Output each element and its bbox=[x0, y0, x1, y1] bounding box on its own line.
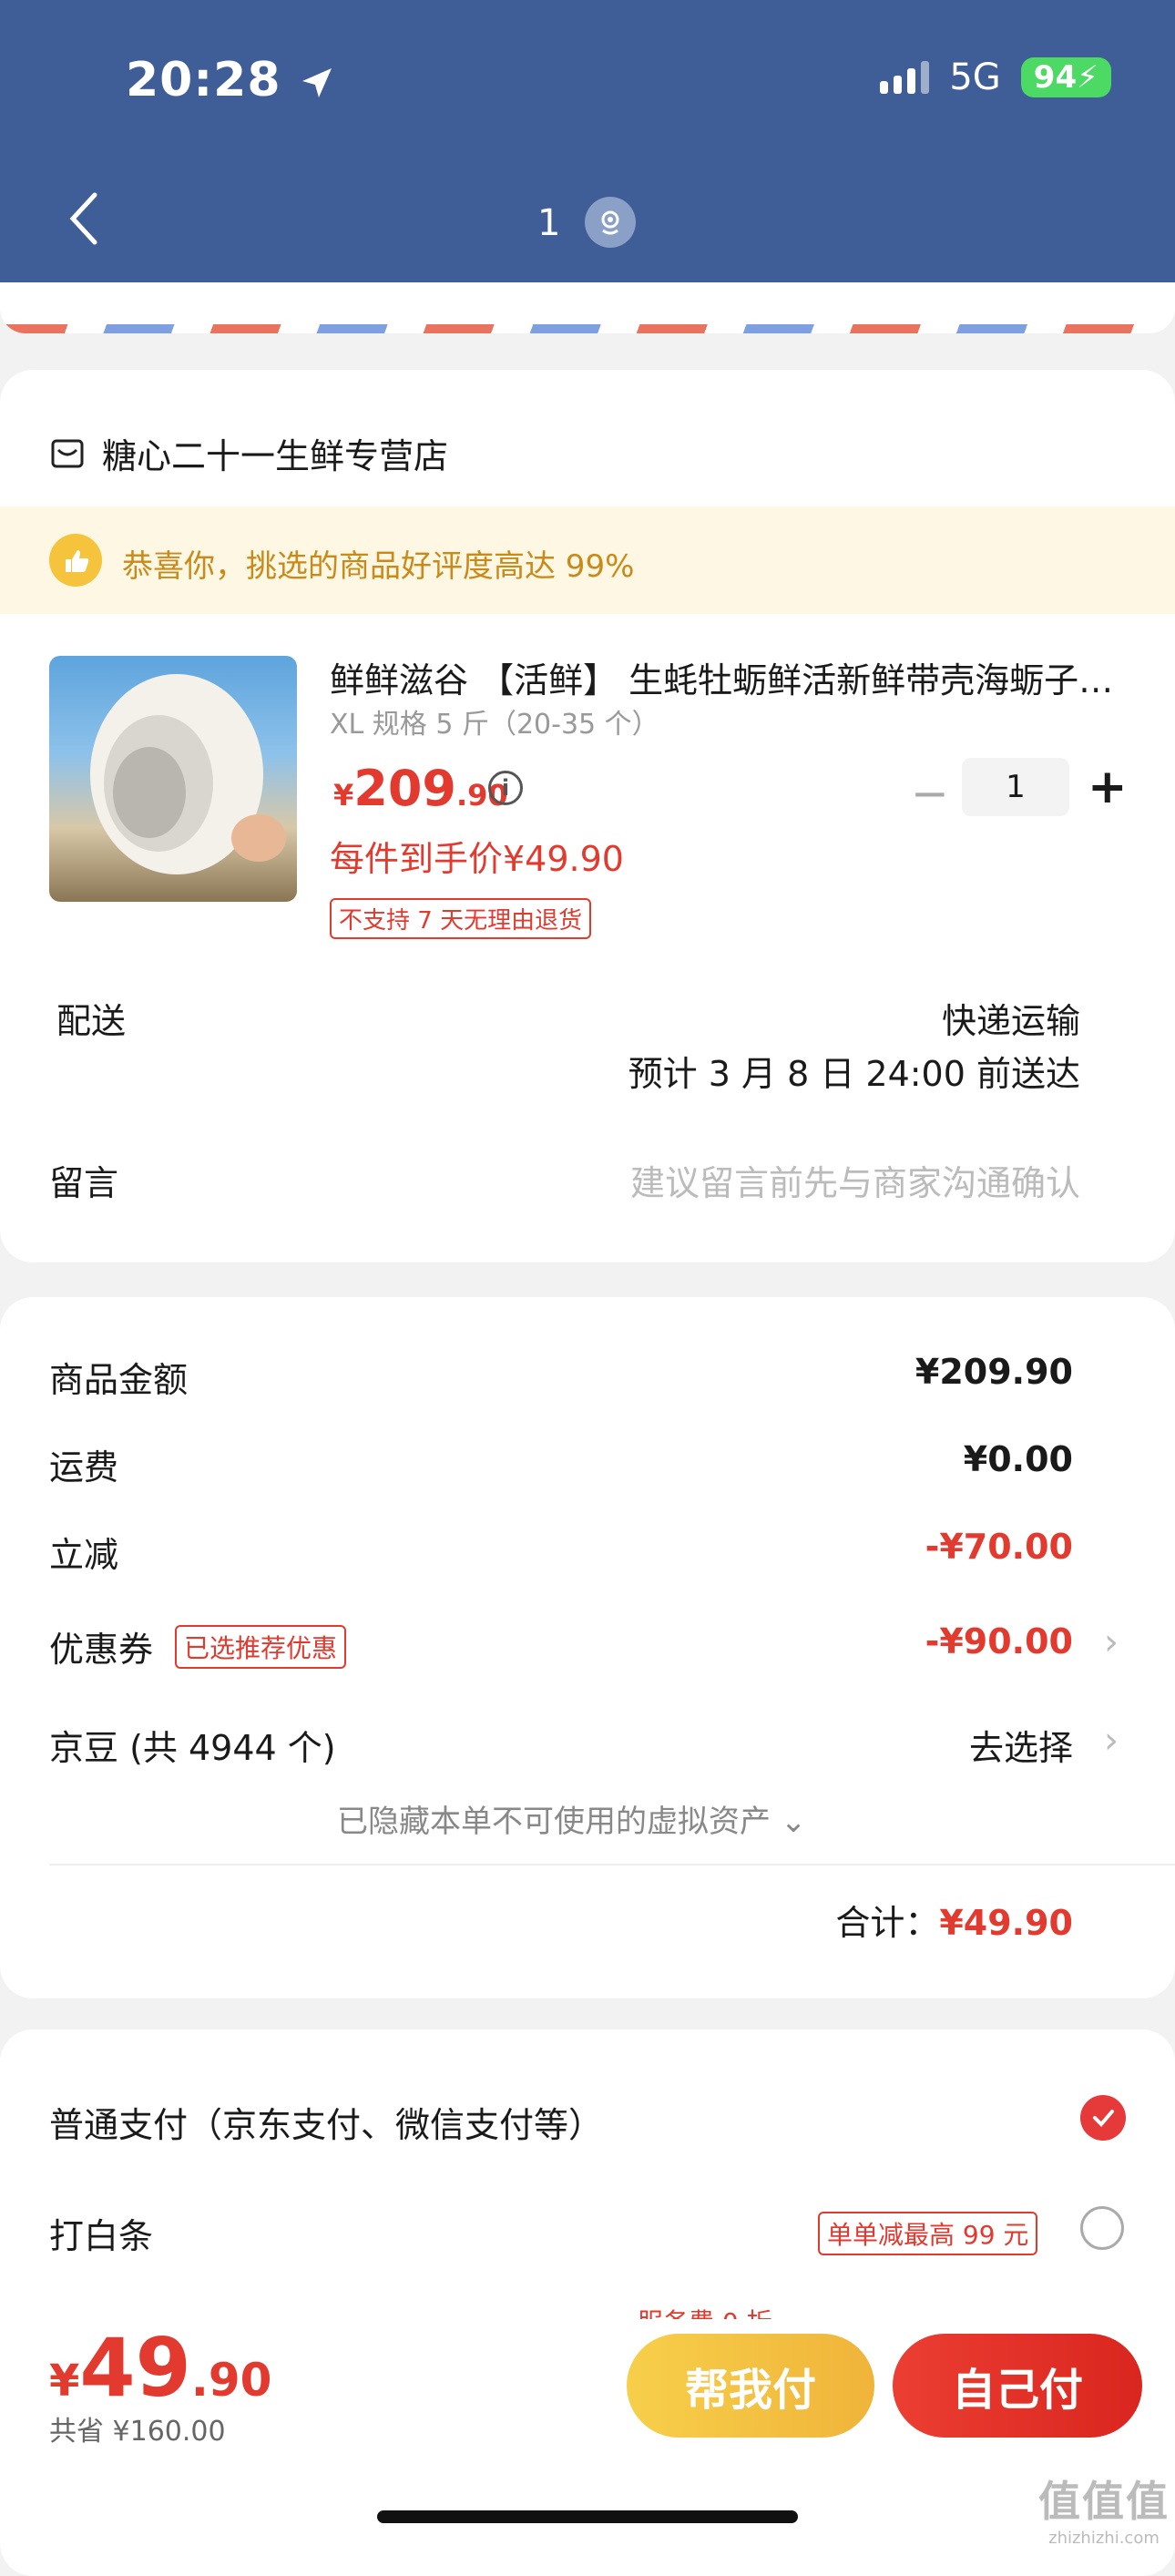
price-integer: 209 bbox=[353, 760, 456, 817]
self-pay-button[interactable]: 自己付 bbox=[893, 2334, 1142, 2438]
battery-icon: 94⚡ bbox=[1020, 57, 1111, 97]
shipping-label: 运费 bbox=[49, 1447, 119, 1487]
radio-unselected-icon[interactable] bbox=[1080, 2206, 1124, 2250]
watermark: 值值值 zhizhizhi.com bbox=[1038, 2469, 1170, 2548]
watermark-sub: zhizhizhi.com bbox=[1048, 2529, 1160, 2548]
signal-icon bbox=[880, 61, 930, 94]
jd-bean-chevron-icon[interactable]: › bbox=[1104, 1720, 1119, 1762]
discount-label: 立减 bbox=[49, 1535, 119, 1575]
chevron-down-icon: ⌄ bbox=[780, 1804, 807, 1840]
store-header[interactable]: 糖心二十一生鲜专营店 bbox=[49, 428, 448, 478]
airmail-border bbox=[0, 324, 1175, 333]
watermark-main: 值值值 bbox=[1038, 2477, 1170, 2526]
location-pin-icon[interactable] bbox=[585, 197, 636, 248]
saved-amount: 共省 ¥160.00 bbox=[49, 2416, 226, 2448]
bottom-total-price: ¥49.90 bbox=[49, 2321, 271, 2415]
total-label: 合计： bbox=[835, 1903, 940, 1943]
message-label: 留言 bbox=[49, 1163, 119, 1203]
network-label: 5G bbox=[949, 56, 1001, 98]
summary-divider bbox=[49, 1864, 1175, 1866]
coupon-badge: 已选推荐优惠 bbox=[175, 1625, 347, 1669]
product-price: ¥209.90 bbox=[333, 760, 508, 817]
location-arrow-icon bbox=[301, 68, 332, 97]
checkmark-selected-icon[interactable] bbox=[1080, 2095, 1126, 2141]
baitiao-label[interactable]: 打白条 bbox=[49, 2208, 153, 2258]
delivery-eta: 预计 3 月 8 日 24:00 前送达 bbox=[628, 1054, 1080, 1094]
bottom-price-decimal: .90 bbox=[190, 2354, 272, 2407]
status-indicators: 5G 94⚡ bbox=[880, 56, 1111, 98]
status-time: 20:28 bbox=[126, 53, 335, 107]
increase-quantity-button[interactable]: + bbox=[1088, 763, 1128, 811]
bottom-currency: ¥ bbox=[49, 2356, 80, 2407]
goods-amount-label: 商品金额 bbox=[49, 1360, 189, 1400]
price-currency: ¥ bbox=[333, 778, 354, 813]
delivery-label: 配送 bbox=[56, 1001, 127, 1041]
product-title[interactable]: 鲜鲜滋谷 【活鲜】 生蚝牡蛎鲜活新鲜带壳海蛎子海鲜水产 bbox=[330, 652, 1122, 702]
praise-text: 恭喜你，挑选的商品好评度高达 99% bbox=[122, 548, 635, 585]
coupon-value[interactable]: -¥90.00 bbox=[925, 1621, 1073, 1661]
total-value: ¥49.90 bbox=[939, 1903, 1073, 1943]
product-image[interactable] bbox=[49, 656, 297, 902]
bottom-price-integer: 49 bbox=[79, 2321, 191, 2415]
shipping-value: ¥0.00 bbox=[963, 1439, 1073, 1479]
hidden-assets-toggle[interactable]: 已隐藏本单不可使用的虚拟资产 ⌄ bbox=[337, 1796, 806, 1841]
help-pay-button[interactable]: 帮我付 bbox=[627, 2334, 874, 2438]
quantity-field[interactable]: 1 bbox=[962, 758, 1069, 816]
decrease-quantity-button[interactable]: − bbox=[911, 771, 949, 816]
message-input[interactable]: 建议留言前先与商家沟通确认 bbox=[630, 1155, 1080, 1205]
baitiao-badge: 单单减最高 99 元 bbox=[818, 2212, 1038, 2255]
home-indicator[interactable] bbox=[377, 2510, 798, 2523]
delivery-method[interactable]: 快递运输 bbox=[942, 993, 1080, 1043]
coupon-chevron-icon[interactable]: › bbox=[1104, 1621, 1119, 1663]
address-card-edge bbox=[0, 282, 1175, 333]
info-icon[interactable]: i bbox=[488, 771, 523, 805]
jd-bean-label: 京豆 (共 4944 个) bbox=[49, 1728, 336, 1768]
back-chevron-icon[interactable] bbox=[66, 191, 102, 246]
product-spec[interactable]: XL 规格 5 斤（20-35 个） bbox=[330, 701, 659, 741]
goods-amount-value: ¥209.90 bbox=[914, 1352, 1073, 1392]
hidden-assets-text: 已隐藏本单不可使用的虚拟资产 bbox=[337, 1804, 771, 1840]
jd-bean-select[interactable]: 去选择 bbox=[969, 1720, 1073, 1770]
store-name: 糖心二十一生鲜专营店 bbox=[102, 436, 449, 476]
unit-price: 每件到手价¥49.90 bbox=[330, 839, 624, 879]
discount-value: -¥70.00 bbox=[925, 1527, 1073, 1567]
thumbs-up-icon bbox=[49, 534, 102, 587]
total-row: 合计：¥49.90 bbox=[835, 1895, 1073, 1945]
nav-header bbox=[0, 0, 1175, 282]
coupon-label: 优惠券 bbox=[49, 1630, 154, 1670]
no-return-badge: 不支持 7 天无理由退货 bbox=[330, 898, 592, 939]
battery-level: 94 bbox=[1033, 59, 1078, 96]
time-text: 20:28 bbox=[126, 53, 281, 107]
title-count: 1 bbox=[537, 202, 561, 244]
store-icon bbox=[51, 439, 84, 467]
normal-pay-label[interactable]: 普通支付（京东支付、微信支付等） bbox=[49, 2097, 603, 2147]
